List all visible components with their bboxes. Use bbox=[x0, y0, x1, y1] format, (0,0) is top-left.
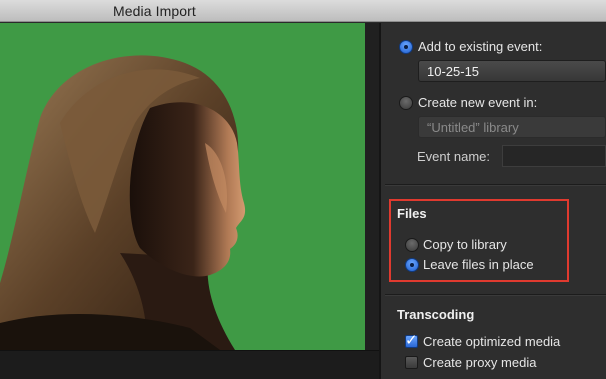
title-bar[interactable]: Media Import bbox=[0, 0, 606, 22]
create-proxy-media-label: Create proxy media bbox=[423, 355, 537, 370]
create-optimized-media-label: Create optimized media bbox=[423, 334, 561, 349]
add-existing-event-radio[interactable] bbox=[399, 40, 413, 54]
event-name-field[interactable] bbox=[502, 145, 606, 167]
add-existing-event-label: Add to existing event: bbox=[418, 39, 543, 54]
new-event-library-value: “Untitled” library bbox=[427, 120, 519, 135]
checkmark-icon: ✓ bbox=[405, 331, 418, 349]
files-section-title: Files bbox=[397, 206, 427, 221]
create-proxy-media-checkbox[interactable] bbox=[405, 356, 418, 369]
section-divider bbox=[385, 184, 606, 185]
create-optimized-media-checkbox[interactable]: ✓ bbox=[405, 331, 418, 349]
event-name-label: Event name: bbox=[417, 149, 490, 164]
copy-to-library-radio[interactable] bbox=[405, 238, 419, 252]
transcoding-section-title: Transcoding bbox=[397, 307, 475, 322]
leave-files-in-place-label: Leave files in place bbox=[423, 257, 534, 272]
new-event-library-popup[interactable]: “Untitled” library bbox=[418, 116, 606, 138]
copy-to-library-label: Copy to library bbox=[423, 237, 507, 252]
window-title: Media Import bbox=[113, 3, 196, 19]
media-import-window: Media Import Add to existing event: 10-2… bbox=[0, 0, 606, 379]
section-divider bbox=[385, 294, 606, 295]
existing-event-popup[interactable]: 10-25-15 bbox=[418, 60, 606, 82]
clip-preview-image bbox=[0, 23, 365, 350]
existing-event-value: 10-25-15 bbox=[427, 64, 480, 79]
portrait-image bbox=[0, 23, 365, 350]
create-new-event-radio[interactable] bbox=[399, 96, 413, 110]
leave-files-in-place-radio[interactable] bbox=[405, 258, 419, 272]
viewer-toolbar bbox=[0, 350, 380, 379]
create-new-event-label: Create new event in: bbox=[418, 95, 538, 110]
